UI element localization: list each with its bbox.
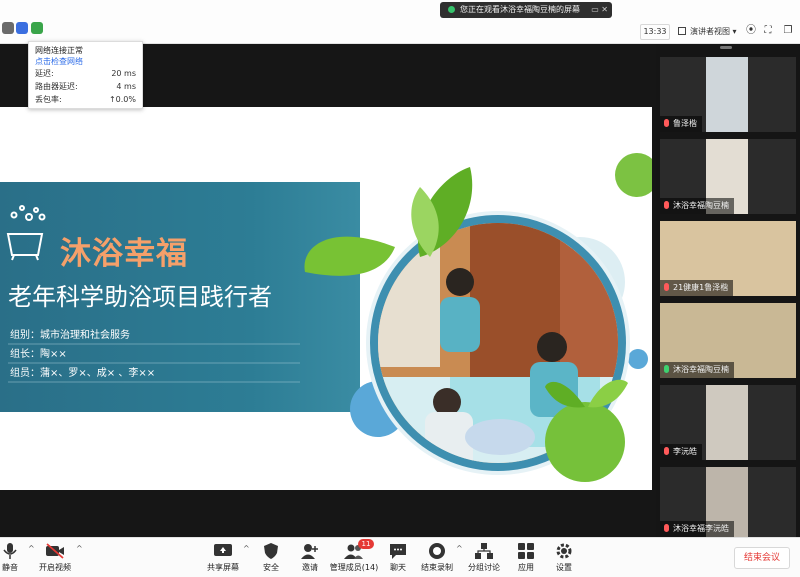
chevron-down-icon: ▾	[732, 27, 737, 36]
participant-name-tag: 沐浴幸福陶豆楠	[660, 198, 734, 214]
decor-bubble-green	[615, 153, 652, 197]
video-off-icon	[45, 542, 65, 560]
microphone-icon	[0, 542, 20, 560]
view-grid-icon	[678, 27, 686, 35]
gear-icon	[554, 542, 574, 560]
participant-name: 沐浴幸福陶豆楠	[673, 365, 729, 374]
decor-bubble-bottom-green	[545, 402, 625, 482]
packet-loss-row: 丢包率: ↑0.0%	[35, 93, 136, 106]
network-status-popup: 网络连接正常 点击检查网络 延迟: 20 ms 路由器延迟: 4 ms 丢包率: ↑0…	[28, 41, 143, 109]
shield-icon	[261, 542, 281, 560]
packet-loss-label: 丢包率:	[35, 95, 62, 104]
participant-name: 沐浴幸福李沅皓	[673, 524, 729, 533]
slide-subtitle: 老年科学助浴项目践行者	[8, 283, 272, 311]
router-latency-value: 4 ms	[116, 82, 136, 91]
mic-on-icon	[664, 365, 669, 373]
network-status-title: 网络连接正常	[35, 46, 83, 55]
participant-tile-active-speaker[interactable]: 沐浴幸福陶豆楠	[660, 303, 796, 378]
participant-name: 沐浴幸福陶豆楠	[673, 201, 729, 210]
info-row-group: 组别：城市治理和社会服务	[10, 326, 155, 345]
participant-name-tag: 沐浴幸福李沅皓	[660, 521, 734, 537]
participant-name: 鲁泽楷	[673, 119, 697, 128]
participant-name-tag: 鲁泽楷	[660, 116, 702, 132]
add-person-icon	[300, 542, 320, 560]
participants-icon: 11	[344, 539, 374, 560]
settings-label: 设置	[556, 563, 572, 572]
participant-name-tag: 21健康1鲁泽楷	[660, 280, 734, 296]
mic-muted-icon	[664, 119, 669, 127]
meeting-top-bar: 您正在观看沐浴幸福陶豆楠的屏幕 ▭ ✕ 13:33 演讲者视图 ▾ ⦿ ⛶ ❐	[0, 0, 800, 44]
info-row-members: 组员：蒲×、罗×、成× 、李××	[10, 364, 155, 383]
mic-muted-icon	[664, 201, 669, 209]
meeting-toolbar: 静音 ^ 开启视频 ^ 共享屏幕 ^ 安全 邀请 11 管理成员(14) 聊天 …	[0, 537, 800, 577]
slide-info-group: 组别：城市治理和社会服务 组长：陶×× 组员：蒲×、罗×、成× 、李××	[10, 326, 155, 383]
apps-grid-icon	[516, 542, 536, 560]
slide-title: 沐浴幸福	[60, 236, 188, 272]
participant-tile[interactable]: 鲁泽楷	[660, 57, 796, 132]
participant-tile[interactable]: 李沅皓	[660, 385, 796, 460]
end-meeting-button[interactable]: 结束会议	[734, 547, 790, 569]
chat-icon	[388, 542, 408, 560]
mic-muted-icon	[664, 283, 669, 291]
info-value-group: 城市治理和社会服务	[40, 330, 130, 341]
start-video-button[interactable]: 开启视频	[27, 542, 83, 576]
mic-muted-icon	[664, 524, 669, 532]
latency-label: 延迟:	[35, 69, 54, 78]
check-network-link[interactable]: 点击检查网络	[35, 56, 136, 67]
video-options-chevron-icon[interactable]: ^	[76, 544, 83, 553]
record-icon	[427, 542, 447, 560]
router-latency-label: 路由器延迟:	[35, 82, 78, 91]
mic-muted-icon	[664, 447, 669, 455]
settings-button[interactable]: 设置	[536, 542, 592, 576]
latency-value: 20 ms	[111, 69, 136, 78]
share-screen-icon	[213, 542, 233, 560]
participant-name: 21健康1鲁泽楷	[673, 283, 729, 292]
info-label-leader: 组长：	[10, 349, 40, 360]
info-icon[interactable]	[2, 22, 14, 34]
meeting-timer: 13:33	[640, 24, 670, 40]
restore-window-icon[interactable]: ❐	[782, 24, 794, 38]
participant-tile[interactable]: 沐浴幸福陶豆楠	[660, 139, 796, 214]
screen-share-banner[interactable]: 您正在观看沐浴幸福陶豆楠的屏幕 ▭ ✕	[440, 2, 612, 18]
start-video-label: 开启视频	[39, 563, 71, 572]
window-controls-icon[interactable]: ⦿	[745, 24, 757, 38]
fullscreen-icon[interactable]: ⛶	[762, 24, 774, 38]
latency-row: 延迟: 20 ms	[35, 67, 136, 80]
packet-loss-value: ↑0.0%	[108, 95, 136, 104]
banner-close-icon[interactable]: ▭ ✕	[591, 2, 608, 18]
decor-bubble-small	[628, 349, 648, 369]
participant-name-tag: 李沅皓	[660, 444, 702, 460]
participant-tile[interactable]: 21健康1鲁泽楷	[660, 221, 796, 296]
screen-share-banner-text: 您正在观看沐浴幸福陶豆楠的屏幕	[460, 5, 580, 14]
info-value-leader: 陶××	[40, 349, 67, 360]
participant-name-tag: 沐浴幸福陶豆楠	[660, 362, 734, 378]
signal-icon[interactable]	[31, 22, 43, 34]
info-row-leader: 组长：陶××	[10, 345, 155, 364]
panel-drag-handle[interactable]	[720, 46, 732, 49]
participant-name: 李沅皓	[673, 447, 697, 456]
presentation-slide: 沐浴幸福 老年科学助浴项目践行者 组别：城市治理和社会服务 组长：陶×× 组员：…	[0, 107, 652, 490]
info-value-members: 蒲×、罗×、成× 、李××	[40, 368, 156, 379]
participant-tile[interactable]: 沐浴幸福李沅皓	[660, 467, 796, 537]
participant-video	[706, 57, 748, 132]
shield-icon[interactable]	[16, 22, 28, 34]
info-label-group: 组别：	[10, 330, 40, 341]
participant-video	[706, 385, 748, 460]
breakout-rooms-icon	[474, 542, 494, 560]
shared-screen-area: 沐浴幸福 老年科学助浴项目践行者 组别：城市治理和社会服务 组长：陶×× 组员：…	[0, 44, 656, 537]
speaker-view-label: 演讲者视图	[690, 27, 730, 36]
speaker-view-button[interactable]: 演讲者视图 ▾	[678, 24, 737, 40]
router-latency-row: 路由器延迟: 4 ms	[35, 80, 136, 93]
info-label-members: 组员：	[10, 368, 40, 379]
share-status-dot-icon	[448, 6, 455, 13]
